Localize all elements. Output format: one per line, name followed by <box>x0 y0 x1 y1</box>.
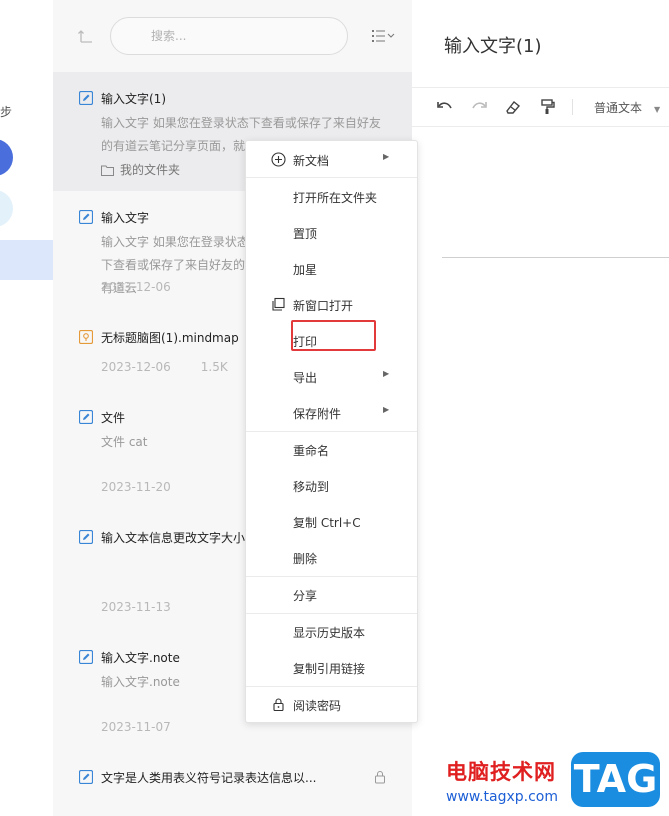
note-title: 输入文字 <box>101 211 150 225</box>
menu-item-new-doc[interactable]: 新文档 ▶ <box>246 142 417 176</box>
menu-label: 分享 <box>293 589 318 603</box>
note-icon <box>79 770 93 784</box>
chevron-down-icon: ▼ <box>654 105 661 114</box>
menu-item-pin[interactable]: 置顶 <box>246 215 417 249</box>
chevron-right-icon: ▶ <box>383 405 390 414</box>
folder-name: 我的文件夹 <box>120 163 181 177</box>
menu-item-move-to[interactable]: 移动到 <box>246 468 417 502</box>
menu-label: 保存附件 <box>293 407 342 421</box>
menu-label: 加星 <box>293 263 318 277</box>
print-highlight-box <box>291 320 376 351</box>
lock-icon <box>375 771 385 784</box>
menu-item-copy[interactable]: 复制 Ctrl+C <box>246 504 417 538</box>
redo-icon[interactable] <box>470 98 488 116</box>
menu-label: 复制引用链接 <box>293 662 366 676</box>
context-menu: 新文档 ▶ 打开所在文件夹 置顶 加星 新窗口打开 打印 导出 ▶ 保存附件 ▶… <box>245 140 418 723</box>
text-style-select[interactable]: 普通文本 ▼ <box>594 99 660 116</box>
chevron-right-icon: ▶ <box>383 369 390 378</box>
menu-item-read-password[interactable]: 阅读密码 <box>246 687 417 721</box>
left-sidebar: 步 <box>0 0 53 816</box>
menu-label: 复制 Ctrl+C <box>293 516 361 530</box>
list-item[interactable]: 文字是人类用表义符号记录表达信息以... <box>53 741 412 816</box>
menu-label: 阅读密码 <box>293 699 342 713</box>
menu-item-history[interactable]: 显示历史版本 <box>246 614 417 648</box>
search-box[interactable] <box>110 17 348 55</box>
menu-item-copy-link[interactable]: 复制引用链接 <box>246 650 417 684</box>
menu-separator <box>246 177 417 178</box>
menu-label: 导出 <box>293 371 318 385</box>
sidebar-item-active[interactable] <box>0 240 53 280</box>
menu-label: 新窗口打开 <box>293 299 354 313</box>
note-icon <box>79 650 93 664</box>
menu-item-rename[interactable]: 重命名 <box>246 432 417 466</box>
menu-label: 新文档 <box>293 154 330 168</box>
note-icon <box>79 530 93 544</box>
note-date: 2023-12-06 <box>101 360 171 374</box>
sidebar-circle-button[interactable] <box>0 190 13 227</box>
note-size: 1.5K <box>200 360 228 374</box>
menu-item-export[interactable]: 导出 ▶ <box>246 359 417 393</box>
watermark-site-name: 电脑技术网 <box>446 760 556 784</box>
note-title: 输入文字(1) <box>101 92 166 106</box>
menu-item-open-folder[interactable]: 打开所在文件夹 <box>246 179 417 213</box>
menu-label: 显示历史版本 <box>293 626 366 640</box>
note-date: 2023-11-20 <box>101 480 171 494</box>
watermark-url: www.tagxp.com <box>446 789 558 805</box>
menu-item-save-attachment[interactable]: 保存附件 ▶ <box>246 395 417 429</box>
note-icon <box>79 410 93 424</box>
eraser-icon[interactable] <box>504 98 522 116</box>
note-meta: 2023-12-06 1.5K <box>101 360 228 374</box>
toolbar-separator <box>572 99 573 115</box>
note-folder: 我的文件夹 <box>101 161 180 178</box>
new-window-icon <box>272 297 285 311</box>
note-title: 输入文本信息更改文字大小 <box>101 531 246 545</box>
menu-label: 删除 <box>293 552 318 566</box>
divider <box>412 126 669 127</box>
plus-circle-icon <box>271 152 286 167</box>
search-input[interactable] <box>111 18 347 54</box>
menu-label: 重命名 <box>293 444 330 458</box>
content-horizontal-rule <box>442 257 669 258</box>
avatar[interactable] <box>0 139 13 176</box>
list-header <box>53 0 412 72</box>
menu-item-star[interactable]: 加星 <box>246 251 417 285</box>
menu-label: 打开所在文件夹 <box>293 191 378 205</box>
note-icon <box>79 210 93 224</box>
folder-icon <box>101 165 114 176</box>
menu-item-delete[interactable]: 删除 <box>246 540 417 574</box>
mindmap-icon <box>79 330 93 344</box>
text-style-value: 普通文本 <box>594 101 643 115</box>
note-title: 文件 <box>101 411 126 425</box>
editor-title[interactable]: 输入文字(1) <box>444 32 542 58</box>
note-title: 输入文字.note <box>101 651 180 665</box>
note-title: 文字是人类用表义符号记录表达信息以... <box>101 771 317 785</box>
chevron-right-icon: ▶ <box>383 152 390 161</box>
format-painter-icon[interactable] <box>538 98 556 116</box>
lock-icon <box>273 698 284 712</box>
sort-list-icon[interactable] <box>370 27 396 45</box>
note-date: 2023-11-07 <box>101 720 171 734</box>
menu-label: 置顶 <box>293 227 318 241</box>
editor-panel: 输入文字(1) 普通文本 ▼ <box>412 0 669 816</box>
note-title: 无标题脑图(1).mindmap <box>101 331 239 345</box>
up-level-icon[interactable] <box>77 27 95 45</box>
editor-toolbar: 普通文本 ▼ <box>412 88 669 126</box>
menu-item-open-new-window[interactable]: 新窗口打开 <box>246 287 417 321</box>
note-date: 2023-12-06 <box>101 280 171 294</box>
sync-label: 步 <box>0 105 13 119</box>
watermark-tag-logo: TAG <box>571 752 660 807</box>
menu-item-share[interactable]: 分享 <box>246 577 417 611</box>
note-date: 2023-11-13 <box>101 600 171 614</box>
note-icon <box>79 91 93 105</box>
menu-label: 移动到 <box>293 480 330 494</box>
undo-icon[interactable] <box>436 98 454 116</box>
